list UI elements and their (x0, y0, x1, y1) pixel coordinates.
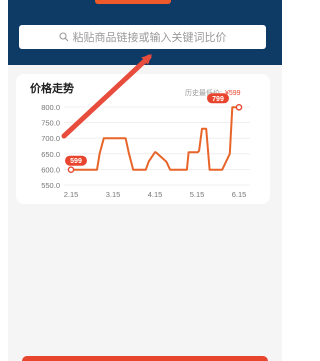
x-tick-label: 6.15 (232, 190, 247, 199)
y-tick-label: 800.0 (41, 103, 60, 112)
y-tick-label: 650.0 (41, 150, 60, 159)
red-arrow-overlay (61, 54, 152, 139)
price-point (235, 104, 243, 111)
x-tick-label: 3.15 (106, 190, 121, 199)
price-chart: 800.0 750.0 700.0 650.0 600.0 550.0 2.15 3.15 4… (41, 54, 250, 199)
price-point (67, 166, 75, 174)
price-badge-label: 599 (70, 158, 82, 165)
x-tick-label: 2.15 (64, 190, 79, 199)
x-tick-label: 4.15 (148, 190, 163, 199)
y-tick-label: 750.0 (41, 119, 60, 128)
x-tick-label: 5.15 (190, 190, 205, 199)
price-badge-label: 799 (212, 96, 224, 103)
y-tick-label: 600.0 (41, 165, 60, 174)
y-tick-label: 700.0 (41, 134, 60, 143)
bottom-action-bar[interactable] (22, 356, 268, 361)
y-tick-label: 550.0 (41, 181, 60, 190)
